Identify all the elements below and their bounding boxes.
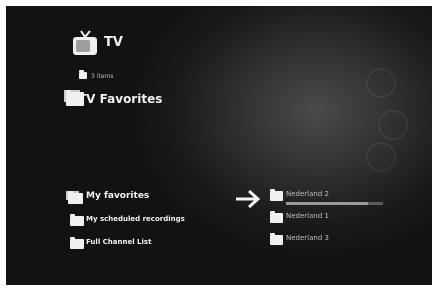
folder-icon xyxy=(70,214,84,226)
section-title: TV Favorites xyxy=(78,92,163,106)
media-center-screen: TV 3 items TV Favorites My favorites My … xyxy=(6,6,432,285)
background-ring-decoration xyxy=(366,142,396,172)
channel-label: Nederland 3 xyxy=(286,234,329,242)
folder-icon xyxy=(70,237,84,249)
background-ring-decoration xyxy=(366,68,396,98)
folder-stack-icon xyxy=(68,191,83,204)
folder-icon xyxy=(79,70,87,79)
tv-icon xyxy=(72,29,98,61)
channel-progress-bar xyxy=(286,202,383,205)
menu-item-label: My favorites xyxy=(86,191,150,201)
item-count: 3 items xyxy=(91,73,114,80)
channel-label: Nederland 2 xyxy=(286,190,329,198)
background-ring-decoration xyxy=(378,110,408,140)
arrow-right-icon xyxy=(234,189,262,213)
channel-label: Nederland 1 xyxy=(286,212,329,220)
menu-item-label: My scheduled recordings xyxy=(86,215,185,223)
channel-progress-fill xyxy=(286,202,369,205)
folder-icon xyxy=(270,233,283,245)
page-title: TV xyxy=(104,35,123,50)
folder-icon xyxy=(270,189,283,201)
folder-icon xyxy=(270,211,283,223)
menu-item-label: Full Channel List xyxy=(86,238,152,246)
